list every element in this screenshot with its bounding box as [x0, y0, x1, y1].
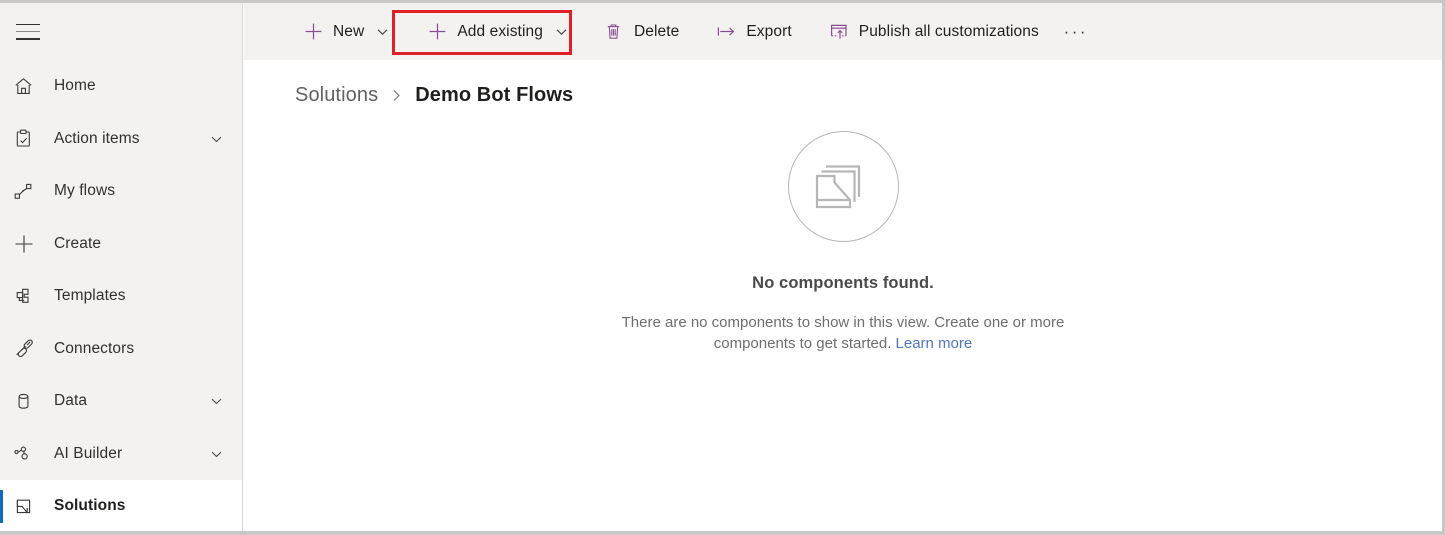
plus-icon: [302, 22, 324, 41]
learn-more-link[interactable]: Learn more: [896, 335, 973, 352]
sidebar-item-label: Action items: [54, 129, 140, 147]
breadcrumb-root-link[interactable]: Solutions: [295, 84, 378, 107]
publish-upload-icon: [828, 22, 850, 41]
hamburger-menu-button[interactable]: [0, 3, 242, 60]
add-existing-button-label: Add existing: [457, 22, 543, 40]
export-button[interactable]: Export: [707, 12, 799, 52]
database-icon: [13, 391, 43, 412]
publish-button-label: Publish all customizations: [858, 22, 1039, 40]
sidebar-item-label: Data: [54, 392, 88, 410]
export-arrow-icon: [715, 22, 737, 41]
left-navigation-sidebar: Home Action items My flows Create Templa…: [0, 3, 243, 531]
ai-builder-icon: [13, 443, 43, 464]
sidebar-item-action-items[interactable]: Action items: [0, 113, 242, 166]
command-toolbar: New Add existing Delete Export Publish a…: [244, 3, 1442, 60]
app-window: Home Action items My flows Create Templa…: [0, 0, 1445, 535]
sidebar-item-data[interactable]: Data: [0, 375, 242, 428]
main-content-area: New Add existing Delete Export Publish a…: [244, 3, 1442, 531]
empty-state-description-text: There are no components to show in this …: [621, 314, 1065, 352]
more-horizontal-icon[interactable]: ···: [1059, 15, 1093, 49]
sidebar-item-my-flows[interactable]: My flows: [0, 165, 242, 218]
plus-icon: [13, 233, 43, 255]
add-existing-button[interactable]: Add existing: [418, 12, 577, 52]
sidebar-item-home[interactable]: Home: [0, 60, 242, 113]
new-button-label: New: [333, 22, 365, 40]
sidebar-item-solutions[interactable]: Solutions: [0, 480, 242, 531]
empty-state-description: There are no components to show in this …: [617, 312, 1069, 354]
solutions-icon: [13, 496, 43, 517]
sidebar-item-list: Home Action items My flows Create Templa…: [0, 60, 242, 531]
chevron-down-icon[interactable]: [364, 24, 390, 39]
chevron-down-icon[interactable]: [209, 394, 224, 409]
chevron-down-icon[interactable]: [209, 446, 224, 461]
home-icon: [13, 76, 43, 97]
breadcrumb: Solutions Demo Bot Flows: [244, 60, 1442, 107]
clipboard-check-icon: [13, 128, 43, 149]
flow-icon: [13, 181, 43, 202]
sidebar-item-label: AI Builder: [54, 444, 123, 462]
connectors-icon: [13, 338, 43, 359]
sidebar-item-label: Home: [54, 77, 96, 95]
sidebar-item-templates[interactable]: Templates: [0, 270, 242, 323]
chevron-down-icon[interactable]: [543, 24, 569, 39]
stacked-documents-icon: [787, 131, 899, 242]
sidebar-item-label: Templates: [54, 287, 126, 305]
empty-state-title: No components found.: [752, 274, 934, 292]
chevron-down-icon[interactable]: [209, 131, 224, 146]
page-title: Demo Bot Flows: [415, 84, 574, 106]
sidebar-item-label: My flows: [54, 182, 116, 200]
sidebar-item-create[interactable]: Create: [0, 218, 242, 271]
sidebar-item-connectors[interactable]: Connectors: [0, 323, 242, 376]
delete-button-label: Delete: [633, 22, 680, 40]
plus-icon: [426, 22, 448, 41]
new-button[interactable]: New: [294, 12, 398, 52]
sidebar-item-label: Create: [54, 234, 102, 252]
empty-state: No components found. There are no compon…: [244, 131, 1442, 354]
chevron-right-icon: [378, 87, 415, 104]
sidebar-item-label: Solutions: [54, 497, 126, 515]
delete-button[interactable]: Delete: [595, 12, 687, 52]
publish-all-customizations-button[interactable]: Publish all customizations: [820, 12, 1047, 52]
templates-icon: [13, 286, 43, 307]
hamburger-icon[interactable]: [16, 23, 40, 40]
sidebar-item-ai-builder[interactable]: AI Builder: [0, 428, 242, 481]
trash-icon: [603, 22, 625, 41]
export-button-label: Export: [746, 22, 792, 40]
sidebar-item-label: Connectors: [54, 339, 135, 357]
